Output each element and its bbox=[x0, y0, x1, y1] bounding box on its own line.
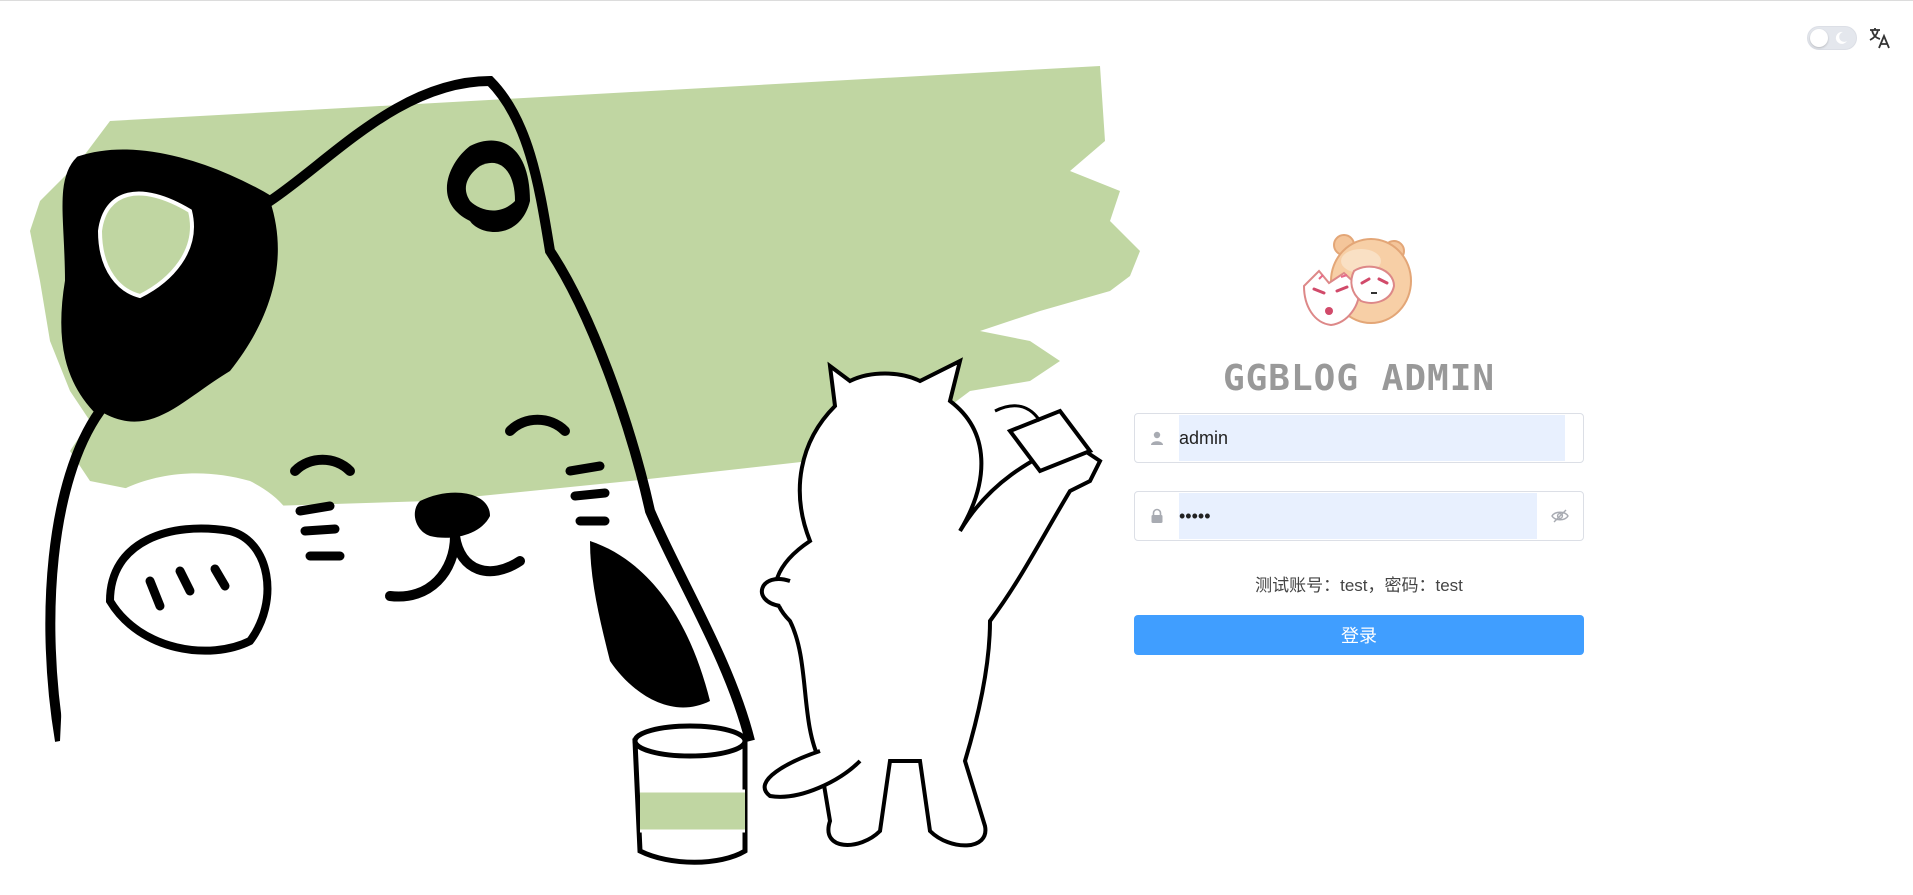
username-field[interactable]: admin bbox=[1134, 413, 1584, 463]
test-account-hint: 测试账号：test，密码：test bbox=[1255, 576, 1463, 595]
theme-toggle[interactable] bbox=[1807, 26, 1857, 50]
cats-painting-illustration bbox=[30, 66, 1140, 865]
toggle-knob bbox=[1810, 29, 1828, 47]
translate-icon[interactable] bbox=[1867, 25, 1893, 51]
moon-icon bbox=[1835, 31, 1847, 44]
password-field[interactable]: ••••• bbox=[1134, 491, 1584, 541]
password-input[interactable]: ••••• bbox=[1179, 493, 1537, 539]
eye-hidden-icon[interactable] bbox=[1537, 509, 1583, 523]
user-icon bbox=[1135, 430, 1179, 446]
login-page: GGBLOG ADMIN admin ••••• 测试账号：test，密码：te… bbox=[0, 0, 1913, 895]
lock-icon bbox=[1135, 508, 1179, 524]
top-toolbar bbox=[1807, 25, 1893, 51]
login-form: GGBLOG ADMIN admin ••••• 测试账号：test，密码：te… bbox=[1134, 231, 1584, 655]
app-title: GGBLOG ADMIN bbox=[1222, 358, 1496, 399]
bear-with-mask-mascot bbox=[1302, 234, 1412, 327]
login-button[interactable]: 登录 bbox=[1134, 615, 1584, 655]
username-input[interactable]: admin bbox=[1179, 415, 1565, 461]
